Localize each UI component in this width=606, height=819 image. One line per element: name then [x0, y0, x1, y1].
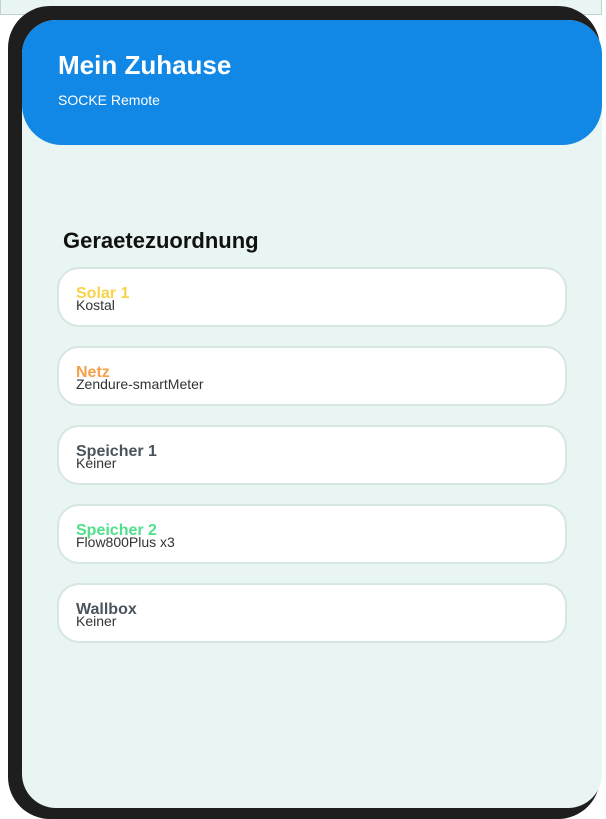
- app-screen: Mein Zuhause SOCKE Remote Geraetezuordnu…: [22, 20, 602, 808]
- device-value: Keiner: [76, 613, 117, 629]
- header-title: Mein Zuhause: [58, 50, 232, 80]
- device-value: Flow800Plus x3: [76, 534, 175, 550]
- device-value: Kostal: [76, 297, 115, 313]
- app-header: Mein Zuhause SOCKE Remote: [22, 20, 602, 145]
- device-row-speicher-1[interactable]: Speicher 1 Keiner: [57, 425, 567, 485]
- device-value: Keiner: [76, 455, 117, 471]
- device-row-netz[interactable]: Netz Zendure-smartMeter: [57, 346, 567, 406]
- device-row-speicher-2[interactable]: Speicher 2 Flow800Plus x3: [57, 504, 567, 564]
- device-list: Solar 1 Kostal Netz Zendure-smartMeter S…: [57, 267, 567, 662]
- device-row-wallbox[interactable]: Wallbox Keiner: [57, 583, 567, 643]
- device-value: Zendure-smartMeter: [76, 376, 204, 392]
- header-subtitle: SOCKE Remote: [58, 92, 160, 108]
- device-row-solar-1[interactable]: Solar 1 Kostal: [57, 267, 567, 327]
- section-title: Geraetezuordnung: [63, 228, 259, 253]
